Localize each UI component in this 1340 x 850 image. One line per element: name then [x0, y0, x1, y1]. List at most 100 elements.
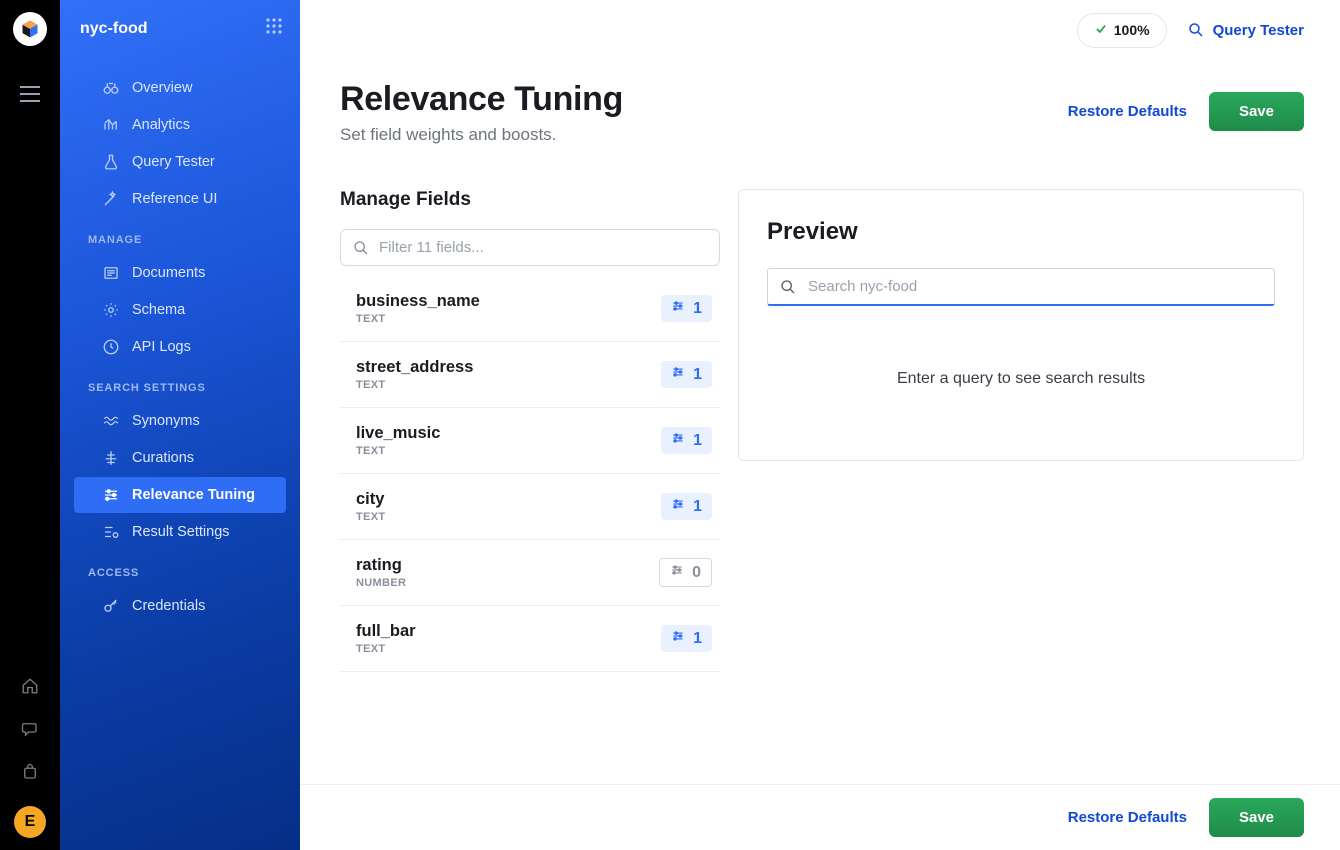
key-icon — [102, 597, 120, 615]
field-weight-badge[interactable]: 1 — [661, 361, 712, 388]
field-weight-value: 1 — [693, 432, 702, 450]
flask-icon — [102, 153, 120, 171]
workspace-switcher[interactable] — [266, 18, 282, 39]
sliders-icon — [671, 299, 685, 318]
preview-search-wrap[interactable] — [767, 268, 1275, 306]
content-columns: Manage Fields business_nameTEXT1street_a… — [300, 145, 1340, 850]
waves-icon — [102, 412, 120, 430]
field-type: TEXT — [356, 379, 473, 391]
document-icon — [102, 264, 120, 282]
sidebar-header: nyc-food — [60, 0, 300, 57]
sidebar-item-overview[interactable]: Overview — [74, 70, 286, 106]
field-weight-value: 1 — [693, 300, 702, 318]
field-weight-badge[interactable]: 0 — [659, 558, 712, 587]
check-icon — [1094, 22, 1108, 39]
field-type: TEXT — [356, 643, 416, 655]
field-weight-badge[interactable]: 1 — [661, 427, 712, 454]
chat-icon[interactable] — [21, 720, 39, 743]
field-row[interactable]: street_addressTEXT1 — [340, 342, 720, 408]
query-tester-label: Query Tester — [1213, 22, 1304, 39]
gear-icon — [102, 301, 120, 319]
sidebar-item-credentials[interactable]: Credentials — [74, 588, 286, 624]
main-area: 100% Query Tester Relevance Tuning Set f… — [300, 0, 1340, 850]
field-name: full_bar — [356, 622, 416, 641]
sliders-icon — [671, 431, 685, 450]
menu-toggle[interactable] — [20, 86, 40, 107]
health-percent: 100% — [1114, 22, 1150, 38]
binoculars-icon — [102, 79, 120, 97]
sidebar-item-relevance-tuning[interactable]: Relevance Tuning — [74, 477, 286, 513]
search-icon — [353, 240, 369, 256]
nav-section-label: MANAGE — [60, 218, 300, 254]
sidebar-item-label: Relevance Tuning — [132, 487, 255, 503]
user-avatar[interactable]: E — [14, 806, 46, 838]
filter-fields-input[interactable] — [379, 239, 707, 256]
sidebar-item-label: Documents — [132, 265, 205, 281]
field-weight-badge[interactable]: 1 — [661, 625, 712, 652]
preview-empty-message: Enter a query to see search results — [767, 306, 1275, 424]
topbar: 100% Query Tester — [300, 0, 1340, 60]
app-logo[interactable] — [13, 12, 47, 46]
field-name: live_music — [356, 424, 440, 443]
avatar-initial: E — [25, 813, 36, 831]
sidebar-item-label: Schema — [132, 302, 185, 318]
wand-icon — [102, 190, 120, 208]
restore-defaults-button[interactable]: Restore Defaults — [1068, 103, 1187, 120]
sidebar-item-synonyms[interactable]: Synonyms — [74, 403, 286, 439]
sidebar-nav: Overview AnalyticsQuery Tester Reference U… — [60, 57, 300, 637]
health-indicator[interactable]: 100% — [1077, 13, 1167, 48]
field-weight-value: 1 — [693, 630, 702, 648]
sidebar-item-schema[interactable]: Schema — [74, 292, 286, 328]
sliders-icon — [670, 563, 684, 582]
field-weight-badge[interactable]: 1 — [661, 295, 712, 322]
sidebar-item-label: Curations — [132, 450, 194, 466]
field-row[interactable]: full_bar TEXT 1 — [340, 606, 720, 672]
sidebar-item-documents[interactable]: Documents — [74, 255, 286, 291]
field-row[interactable]: business_nameTEXT1 — [340, 276, 720, 342]
grid-icon — [266, 18, 282, 34]
restore-defaults-button-bottom[interactable]: Restore Defaults — [1068, 809, 1187, 826]
search-icon — [780, 279, 796, 295]
sidebar-item-label: Reference UI — [132, 191, 217, 207]
save-button[interactable]: Save — [1209, 92, 1304, 131]
home-icon[interactable] — [21, 677, 39, 700]
preview-search-input[interactable] — [808, 278, 1262, 295]
manage-fields-column: Manage Fields business_nameTEXT1street_a… — [340, 189, 720, 850]
cube-icon — [20, 19, 40, 39]
sliders-icon — [671, 497, 685, 516]
sidebar-item-label: Overview — [132, 80, 192, 96]
preview-panel: Preview Enter a query to see search resu… — [738, 189, 1304, 461]
hamburger-icon — [20, 86, 40, 102]
sidebar-item-label: Credentials — [132, 598, 205, 614]
workspace-name: nyc-food — [80, 20, 148, 38]
page-title: Relevance Tuning — [340, 80, 623, 119]
sidebar-item-analytics[interactable]: Analytics — [74, 107, 286, 143]
field-weight-value: 1 — [693, 366, 702, 384]
field-row[interactable]: live_music TEXT 1 — [340, 408, 720, 474]
nav-section-label: SEARCH SETTINGS — [60, 366, 300, 402]
sidebar-item-label: Synonyms — [132, 413, 200, 429]
clock-icon — [102, 338, 120, 356]
nav-section-label: ACCESS — [60, 551, 300, 587]
field-type: TEXT — [356, 511, 385, 523]
field-row[interactable]: city TEXT 1 — [340, 474, 720, 540]
field-weight-badge[interactable]: 1 — [661, 493, 712, 520]
sidebar-item-api-logs[interactable]: API Logs — [74, 329, 286, 365]
sidebar-item-curations[interactable]: Curations — [74, 440, 286, 476]
preview-column: Preview Enter a query to see search resu… — [738, 189, 1304, 850]
sidebar-item-label: API Logs — [132, 339, 191, 355]
field-name: city — [356, 490, 385, 509]
filter-fields-input-wrap[interactable] — [340, 229, 720, 266]
sidebar-item-query-tester[interactable]: Query Tester — [74, 144, 286, 180]
save-button-bottom[interactable]: Save — [1209, 798, 1304, 837]
analytics-icon — [102, 116, 120, 134]
sliders-icon — [102, 486, 120, 504]
query-tester-link[interactable]: Query Tester — [1187, 21, 1304, 39]
sidebar-item-reference-ui[interactable]: Reference UI — [74, 181, 286, 217]
sidebar: nyc-food Overview AnalyticsQuery Tester Re… — [60, 0, 300, 850]
sidebar-item-result-settings[interactable]: Result Settings — [74, 514, 286, 550]
list-gear-icon — [102, 523, 120, 541]
field-row[interactable]: ratingNUMBER0 — [340, 540, 720, 606]
field-type: TEXT — [356, 445, 440, 457]
package-icon[interactable] — [21, 763, 39, 786]
